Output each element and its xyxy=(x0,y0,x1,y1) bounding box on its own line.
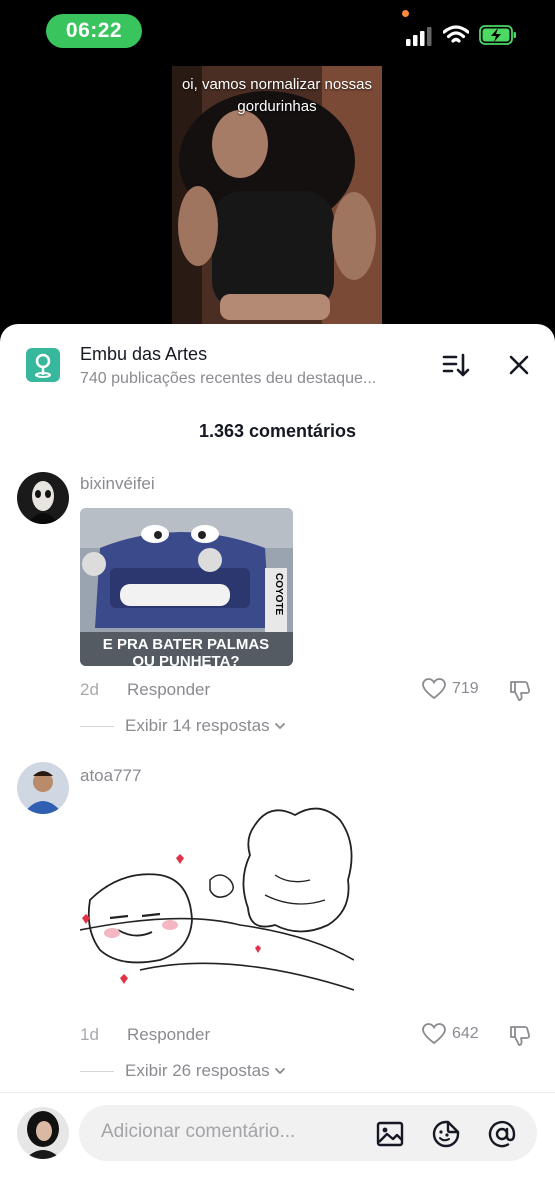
signal-icon xyxy=(406,27,432,46)
sticker-icon[interactable] xyxy=(431,1119,461,1149)
meme-caption-2: OU PUNHETA? xyxy=(132,653,239,666)
close-icon[interactable] xyxy=(504,350,534,380)
heart-icon xyxy=(422,1023,446,1045)
comment-input-bar: Adicionar comentário... xyxy=(0,1092,555,1200)
dislike-icon[interactable] xyxy=(508,678,532,702)
sort-icon[interactable] xyxy=(440,350,470,380)
chevron-down-icon xyxy=(274,723,285,730)
like-count: 719 xyxy=(452,680,479,697)
like-count: 642 xyxy=(452,1025,479,1042)
image-icon[interactable] xyxy=(375,1119,405,1149)
comment-age: 1d xyxy=(80,1025,99,1044)
battery-icon xyxy=(479,25,516,45)
comments-sheet: Embu das Artes 740 publicações recentes … xyxy=(0,324,555,1200)
comment-count: 1.363 comentários xyxy=(198,421,357,441)
comment-input[interactable]: Adicionar comentário... xyxy=(79,1105,537,1161)
replies-divider xyxy=(80,1070,114,1072)
reply-button[interactable]: Responder xyxy=(127,680,210,700)
comment-image[interactable] xyxy=(80,800,354,1012)
meme-image-tow-truck: E PRA BATER PALMAS OU PUNHETA? COYOTE xyxy=(80,508,293,666)
status-time: 06:22 xyxy=(46,14,142,48)
wifi-icon xyxy=(443,25,469,43)
meme-side-text: COYOTE xyxy=(273,573,284,616)
like-button[interactable]: 642 xyxy=(422,1023,479,1045)
comment-username[interactable]: bixinvéifei xyxy=(80,474,155,494)
location-title: Embu das Artes xyxy=(80,344,208,364)
avatar[interactable] xyxy=(17,762,69,814)
chevron-down-icon xyxy=(274,1068,285,1075)
location-pin-icon xyxy=(26,348,60,382)
meme-caption-1: E PRA BATER PALMAS xyxy=(103,636,269,653)
caption-line-2: gordurinhas xyxy=(237,98,317,115)
meme-image-drawing xyxy=(80,800,354,1012)
location-header[interactable]: Embu das Artes 740 publicações recentes … xyxy=(24,342,535,394)
reply-button[interactable]: Responder xyxy=(127,1025,210,1045)
view-replies-label: Exibir 14 respostas xyxy=(125,716,270,735)
comment-image[interactable]: E PRA BATER PALMAS OU PUNHETA? COYOTE xyxy=(80,508,293,666)
like-button[interactable]: 719 xyxy=(422,678,479,700)
view-replies-label: Exibir 26 respostas xyxy=(125,1061,270,1080)
view-replies[interactable]: Exibir 14 respostas xyxy=(80,716,286,736)
privacy-dot xyxy=(402,10,409,17)
comment-age: 2d xyxy=(80,680,99,699)
caption-line-1: oi, vamos normalizar nossas xyxy=(181,76,373,93)
avatar[interactable] xyxy=(17,472,69,524)
heart-icon xyxy=(422,678,446,700)
dislike-icon[interactable] xyxy=(508,1023,532,1047)
my-avatar[interactable] xyxy=(17,1107,69,1159)
video-player[interactable]: oi, vamos normalizar nossas gordurinhas xyxy=(172,66,382,328)
view-replies[interactable]: Exibir 26 respostas xyxy=(80,1061,286,1081)
video-caption: oi, vamos normalizar nossas gordurinhas xyxy=(172,74,382,118)
status-bar: 06:22 xyxy=(0,0,555,64)
comment-username[interactable]: atoa777 xyxy=(80,766,141,786)
replies-divider xyxy=(80,725,114,727)
mention-icon[interactable] xyxy=(487,1119,517,1149)
comment-input-placeholder: Adicionar comentário... xyxy=(101,1121,296,1142)
location-subtitle: 740 publicações recentes deu destaque... xyxy=(80,370,377,387)
